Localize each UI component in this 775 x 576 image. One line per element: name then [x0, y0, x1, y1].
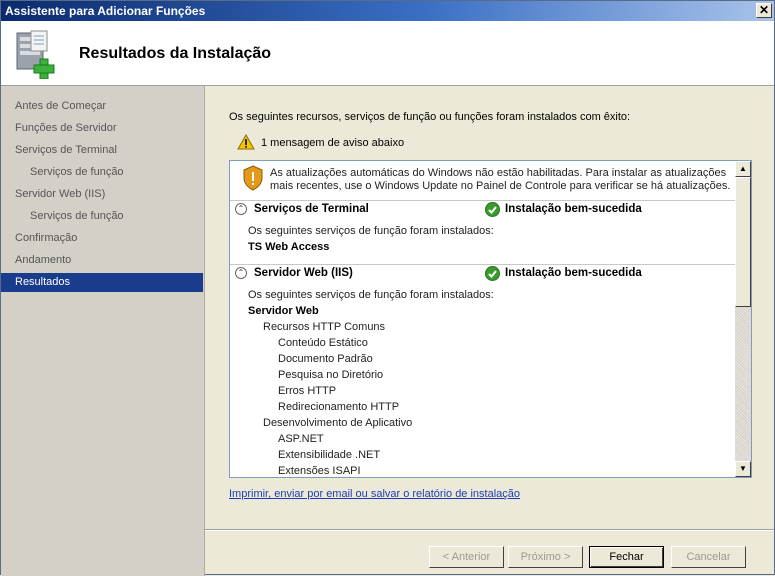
- wizard-steps-sidebar: Antes de Começar Funções de Servidor Ser…: [1, 86, 205, 576]
- installed-group: Desenvolvimento de Aplicativo: [263, 417, 413, 429]
- installed-item: ASP.NET: [278, 433, 324, 445]
- scroll-thumb[interactable]: [735, 177, 751, 307]
- installed-group: Recursos HTTP Comuns: [263, 321, 386, 333]
- step-servicos-de-funcao-ts[interactable]: Serviços de função: [1, 163, 203, 182]
- section-servidor-web-iis: ⌃ Servidor Web (IIS) Instalação bem-suce…: [230, 264, 735, 283]
- step-funcoes-de-servidor[interactable]: Funções de Servidor: [1, 119, 203, 138]
- warning-text: 1 mensagem de aviso abaixo: [261, 137, 405, 149]
- installed-item: TS Web Access: [248, 241, 330, 253]
- installed-item: Erros HTTP: [278, 385, 337, 397]
- close-button[interactable]: Fechar: [589, 546, 664, 568]
- cancel-button[interactable]: Cancelar: [671, 546, 746, 568]
- section-intro: Os seguintes serviços de função foram in…: [248, 225, 494, 237]
- next-button[interactable]: Próximo >: [508, 546, 583, 568]
- installed-item: Conteúdo Estático: [278, 337, 368, 349]
- section-title: Servidor Web (IIS): [254, 267, 353, 279]
- page-title: Resultados da Instalação: [79, 45, 272, 62]
- installed-item: Redirecionamento HTTP: [278, 401, 400, 413]
- intro-text: Os seguintes recursos, serviços de funçã…: [229, 111, 631, 123]
- installed-item: Pesquisa no Diretório: [278, 369, 384, 381]
- step-andamento[interactable]: Andamento: [1, 251, 203, 270]
- step-antes-de-comecar[interactable]: Antes de Começar: [1, 97, 203, 116]
- window-title: Assistente para Adicionar Funções: [5, 4, 206, 18]
- vertical-scrollbar[interactable]: ▲ ▼: [735, 161, 751, 477]
- wizard-header: Resultados da Instalação: [1, 21, 774, 86]
- windows-update-warning: As atualizações automáticas do Windows n…: [270, 167, 731, 192]
- wizard-window: Assistente para Adicionar Funções ✕ Resu…: [0, 0, 775, 576]
- status-text: Instalação bem-sucedida: [505, 267, 642, 279]
- scroll-down-button[interactable]: ▼: [735, 461, 751, 477]
- installed-root: Servidor Web: [248, 305, 319, 317]
- step-resultados[interactable]: Resultados: [1, 273, 203, 292]
- title-bar[interactable]: Assistente para Adicionar Funções ✕: [1, 1, 774, 21]
- section-intro: Os seguintes serviços de função foram in…: [248, 289, 494, 301]
- shield-warning-icon: [243, 165, 263, 191]
- step-confirmacao[interactable]: Confirmação: [1, 229, 203, 248]
- scroll-up-button[interactable]: ▲: [735, 161, 751, 177]
- server-add-icon: [16, 30, 55, 79]
- main-content: Os seguintes recursos, serviços de funçã…: [205, 86, 774, 526]
- close-window-button[interactable]: ✕: [756, 3, 772, 18]
- section-servicos-de-terminal: ⌃ Serviços de Terminal Instalação bem-su…: [230, 200, 735, 219]
- step-servicos-de-terminal[interactable]: Serviços de Terminal: [1, 141, 203, 160]
- installed-item: Extensões ISAPI: [278, 465, 361, 477]
- warning-icon: [237, 134, 255, 150]
- installed-item: Documento Padrão: [278, 353, 373, 365]
- success-check-icon: [485, 202, 500, 217]
- installed-item: Extensibilidade .NET: [278, 449, 381, 461]
- results-content: As atualizações automáticas do Windows n…: [230, 161, 735, 477]
- collapse-icon[interactable]: ⌃: [235, 267, 247, 279]
- success-check-icon: [485, 266, 500, 281]
- section-title: Serviços de Terminal: [254, 203, 369, 215]
- footer-divider: [205, 529, 774, 531]
- results-panel[interactable]: As atualizações automáticas do Windows n…: [229, 160, 752, 478]
- status-text: Instalação bem-sucedida: [505, 203, 642, 215]
- print-report-link[interactable]: Imprimir, enviar por email ou salvar o r…: [229, 488, 520, 500]
- step-servicos-de-funcao-iis[interactable]: Serviços de função: [1, 207, 203, 226]
- back-button[interactable]: < Anterior: [429, 546, 504, 568]
- collapse-icon[interactable]: ⌃: [235, 203, 247, 215]
- step-servidor-web-iis[interactable]: Servidor Web (IIS): [1, 185, 203, 204]
